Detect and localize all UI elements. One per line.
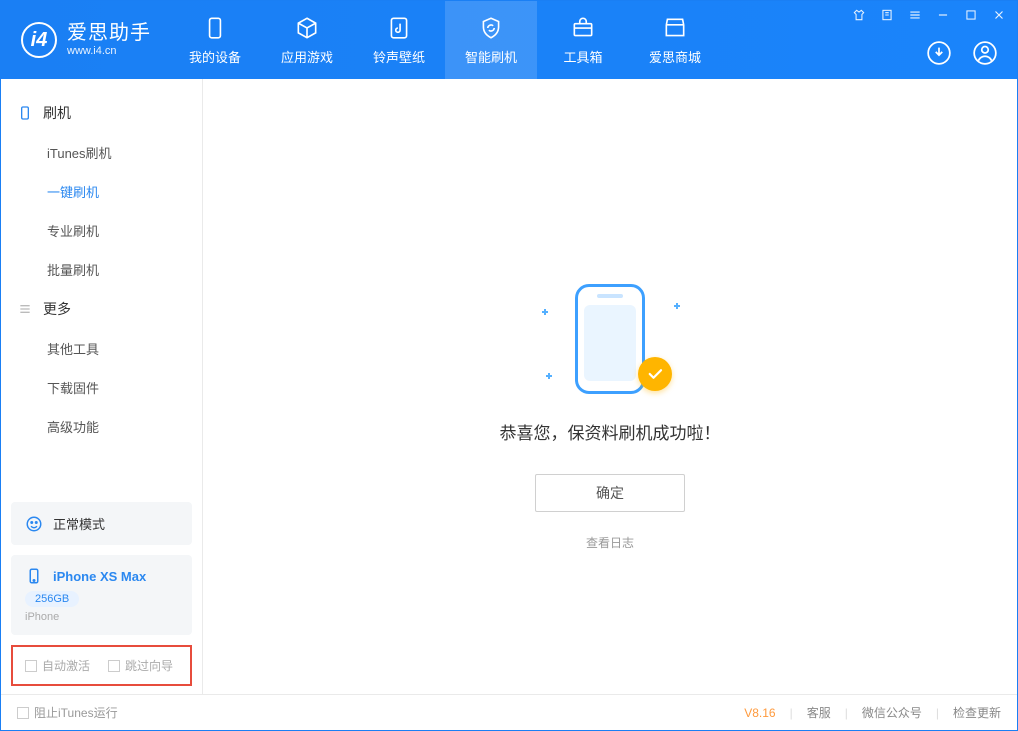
store-icon <box>662 15 688 41</box>
app-url: www.i4.cn <box>67 45 151 58</box>
sidebar-item-batch-flash[interactable]: 批量刷机 <box>1 250 202 289</box>
toolbox-icon <box>570 15 596 41</box>
tab-toolbox[interactable]: 工具箱 <box>537 1 629 79</box>
app-window: i4 爱思助手 www.i4.cn 我的设备 应用游戏 铃声壁纸 智能刷机 <box>0 0 1018 731</box>
mode-icon <box>25 515 43 533</box>
sidebar-item-one-click-flash[interactable]: 一键刷机 <box>1 172 202 211</box>
header: i4 爱思助手 www.i4.cn 我的设备 应用游戏 铃声壁纸 智能刷机 <box>1 1 1017 79</box>
header-right-icons <box>925 39 999 67</box>
sidebar-item-itunes-flash[interactable]: iTunes刷机 <box>1 133 202 172</box>
cube-icon <box>294 15 320 41</box>
sidebar-item-pro-flash[interactable]: 专业刷机 <box>1 211 202 250</box>
sidebar-item-advanced[interactable]: 高级功能 <box>1 407 202 446</box>
tab-label: 智能刷机 <box>465 47 517 66</box>
device-icon <box>202 15 228 41</box>
logo: i4 爱思助手 www.i4.cn <box>1 1 169 79</box>
tab-ringtones-wallpapers[interactable]: 铃声壁纸 <box>353 1 445 79</box>
note-icon[interactable] <box>879 7 895 23</box>
success-text: 恭喜您，保资料刷机成功啦！ <box>500 419 721 444</box>
tab-store[interactable]: 爱思商城 <box>629 1 721 79</box>
sidebar-group-flash[interactable]: 刷机 <box>1 93 202 133</box>
tab-label: 铃声壁纸 <box>373 47 425 66</box>
sparkle-icon <box>542 309 548 315</box>
logo-icon: i4 <box>21 22 57 58</box>
checkbox-label: 阻止iTunes运行 <box>34 704 118 721</box>
sidebar-item-other-tools[interactable]: 其他工具 <box>1 329 202 368</box>
options-highlight: 自动激活 跳过向导 <box>11 645 192 686</box>
check-badge-icon <box>638 357 672 391</box>
mode-label: 正常模式 <box>53 514 105 533</box>
app-name: 爱思助手 <box>67 21 151 45</box>
download-icon[interactable] <box>925 39 953 67</box>
tab-label: 我的设备 <box>189 47 241 66</box>
sidebar-group-more[interactable]: 更多 <box>1 289 202 329</box>
device-box[interactable]: iPhone XS Max 256GB iPhone <box>11 555 192 635</box>
minimize-icon[interactable] <box>935 7 951 23</box>
tab-label: 应用游戏 <box>281 47 333 66</box>
device-name: iPhone XS Max <box>53 569 146 584</box>
checkbox-label: 跳过向导 <box>125 659 173 673</box>
group-title: 更多 <box>43 299 71 319</box>
sparkle-icon <box>674 303 680 309</box>
phone-icon <box>17 105 33 121</box>
sidebar-item-download-firmware[interactable]: 下载固件 <box>1 368 202 407</box>
tab-label: 工具箱 <box>563 47 602 66</box>
mode-box[interactable]: 正常模式 <box>11 502 192 545</box>
user-icon[interactable] <box>971 39 999 67</box>
music-file-icon <box>386 15 412 41</box>
body: 刷机 iTunes刷机 一键刷机 专业刷机 批量刷机 更多 其他工具 下载固件 … <box>1 79 1017 694</box>
tab-my-device[interactable]: 我的设备 <box>169 1 261 79</box>
tab-apps-games[interactable]: 应用游戏 <box>261 1 353 79</box>
shield-refresh-icon <box>478 15 504 41</box>
tab-smart-flash[interactable]: 智能刷机 <box>445 1 537 79</box>
main-content: 恭喜您，保资料刷机成功啦！ 确定 查看日志 <box>203 79 1017 694</box>
wechat-link[interactable]: 微信公众号 <box>862 704 922 721</box>
shirt-icon[interactable] <box>851 7 867 23</box>
support-link[interactable]: 客服 <box>807 704 831 721</box>
checkbox-block-itunes[interactable]: 阻止iTunes运行 <box>17 704 118 721</box>
device-icon <box>25 567 43 585</box>
group-title: 刷机 <box>43 103 71 123</box>
version-label: V8.16 <box>744 706 775 720</box>
checkbox-auto-activate[interactable]: 自动激活 <box>25 657 90 674</box>
tab-label: 爱思商城 <box>649 47 701 66</box>
header-tabs: 我的设备 应用游戏 铃声壁纸 智能刷机 工具箱 爱思商城 <box>169 1 721 79</box>
list-icon <box>17 301 33 317</box>
checkbox-skip-guide[interactable]: 跳过向导 <box>108 657 173 674</box>
sidebar: 刷机 iTunes刷机 一键刷机 专业刷机 批量刷机 更多 其他工具 下载固件 … <box>1 79 203 694</box>
footer: 阻止iTunes运行 V8.16 | 客服 | 微信公众号 | 检查更新 <box>1 694 1017 730</box>
maximize-icon[interactable] <box>963 7 979 23</box>
window-controls <box>851 7 1007 23</box>
view-log-link[interactable]: 查看日志 <box>586 534 634 551</box>
menu-icon[interactable] <box>907 7 923 23</box>
sparkle-icon <box>546 373 552 379</box>
check-update-link[interactable]: 检查更新 <box>953 704 1001 721</box>
device-storage-badge: 256GB <box>25 591 79 607</box>
ok-button[interactable]: 确定 <box>535 474 685 512</box>
checkbox-label: 自动激活 <box>42 659 90 673</box>
success-illustration <box>550 279 670 399</box>
close-icon[interactable] <box>991 7 1007 23</box>
device-type: iPhone <box>25 611 178 623</box>
